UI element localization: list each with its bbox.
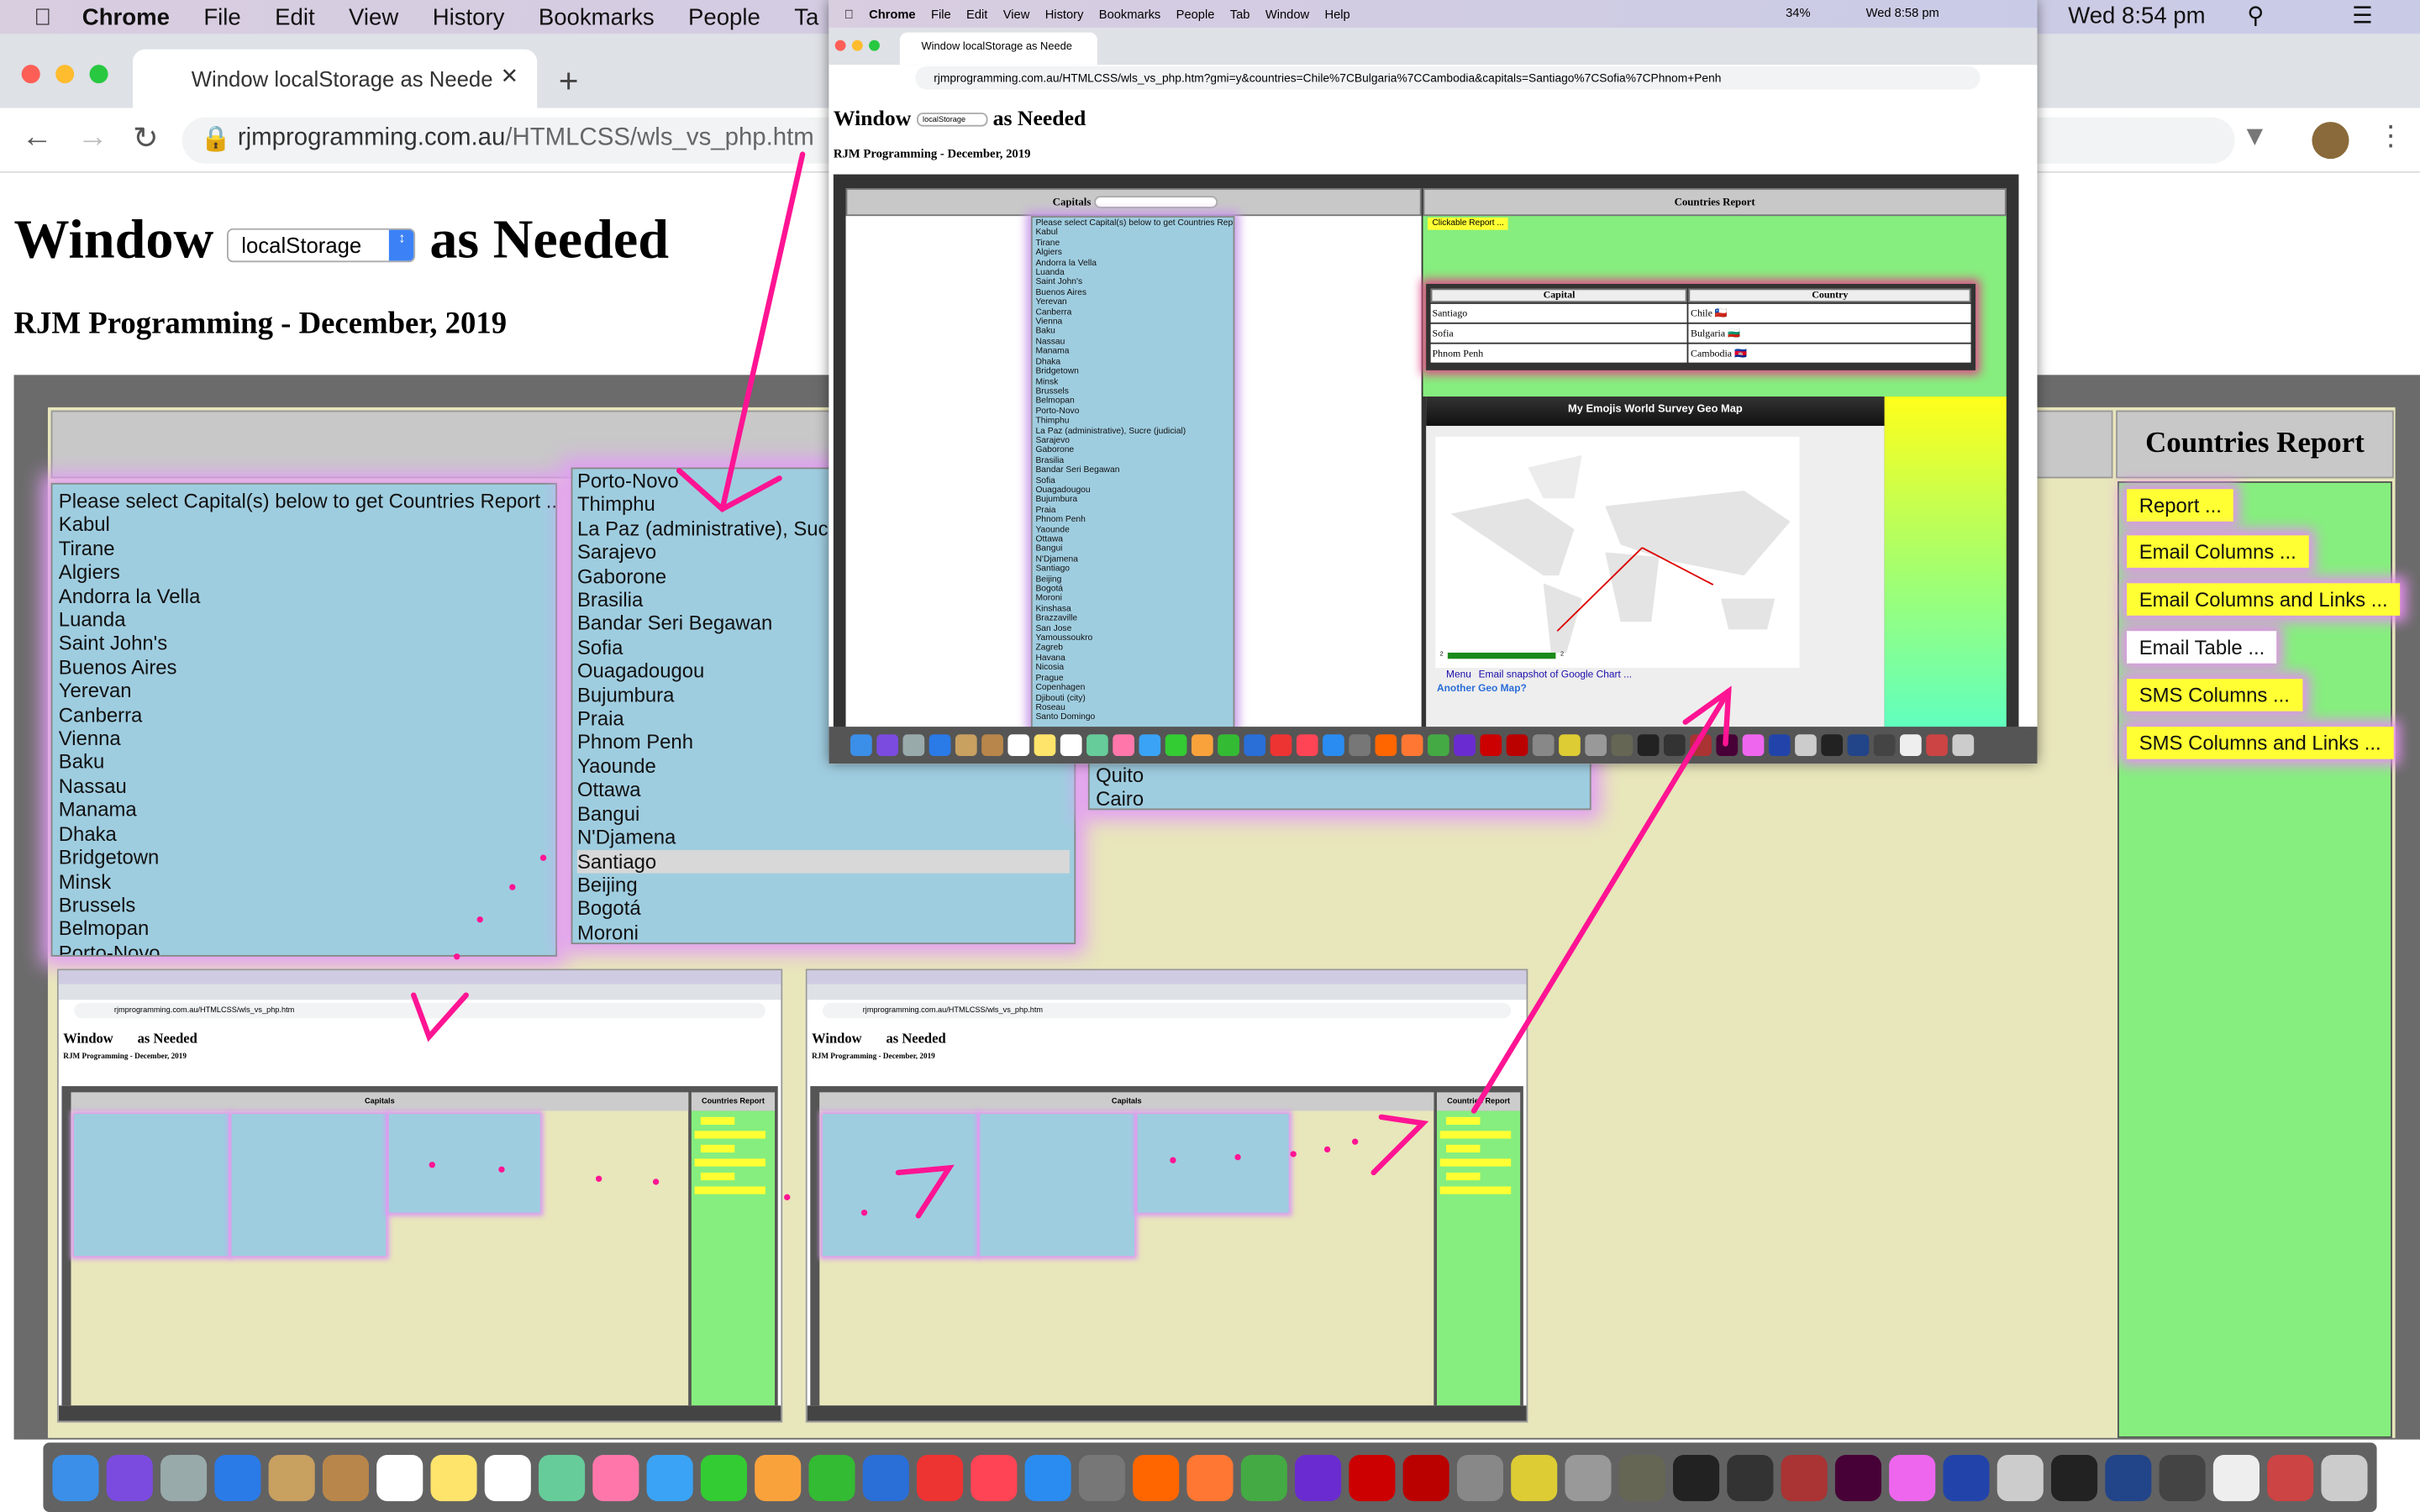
cyberduck-icon[interactable] [1511, 1454, 1558, 1501]
music-icon[interactable] [971, 1454, 1018, 1501]
arrow-head [1682, 685, 1732, 747]
launchpad-icon[interactable] [160, 1454, 208, 1501]
gimp-icon[interactable] [1618, 1454, 1665, 1501]
dock [43, 1442, 2377, 1512]
calendar-icon[interactable] [376, 1454, 424, 1501]
trash-icon[interactable] [2321, 1454, 2368, 1501]
phpstorm-icon[interactable] [1295, 1454, 1342, 1501]
annotation-arrows [411, 151, 1732, 1219]
arrow-line [1470, 688, 1732, 1114]
messages-icon[interactable] [646, 1454, 693, 1501]
notes-icon[interactable] [322, 1454, 369, 1501]
arrow-mark [1370, 1114, 1429, 1176]
photobooth-icon[interactable] [1781, 1454, 1828, 1501]
preview2-icon[interactable] [1996, 1454, 2044, 1501]
maps-icon[interactable] [539, 1454, 586, 1501]
stickies-icon[interactable] [430, 1454, 477, 1501]
finder-icon[interactable] [52, 1454, 99, 1501]
arrow-mark [411, 992, 469, 1042]
facetime-icon[interactable] [700, 1454, 747, 1501]
siri-icon[interactable] [106, 1454, 153, 1501]
notepad-icon[interactable] [2267, 1454, 2314, 1501]
preview-icon[interactable] [268, 1454, 315, 1501]
safari-icon[interactable] [214, 1454, 261, 1501]
app-store-icon[interactable] [1024, 1454, 1071, 1501]
terminal-icon[interactable] [1673, 1454, 1720, 1501]
system-preferences-icon[interactable] [1078, 1454, 1125, 1501]
reminders-icon[interactable] [484, 1454, 531, 1501]
keynote-icon[interactable] [862, 1454, 909, 1501]
textedit-icon[interactable] [2212, 1454, 2260, 1501]
xd-icon[interactable] [1834, 1454, 1881, 1501]
avast-icon[interactable] [1133, 1454, 1180, 1501]
pages-icon[interactable] [755, 1454, 802, 1501]
filezilla-icon[interactable] [1402, 1454, 1449, 1501]
console-icon[interactable] [2051, 1454, 2098, 1501]
dotted-trail [429, 854, 1359, 1216]
libreoffice-icon[interactable] [1943, 1454, 1990, 1501]
inkscape-icon[interactable] [1727, 1454, 1774, 1501]
news-icon[interactable] [917, 1454, 964, 1501]
automator-icon[interactable] [1565, 1454, 1612, 1501]
scanner-icon[interactable] [2159, 1454, 2206, 1501]
photos-icon[interactable] [592, 1454, 639, 1501]
quicktime-icon[interactable] [2105, 1454, 2152, 1501]
arrow-mark [895, 1164, 955, 1219]
firefox-icon[interactable] [1186, 1454, 1234, 1501]
pinwheel-icon[interactable] [1889, 1454, 1936, 1501]
opera-icon[interactable] [1349, 1454, 1396, 1501]
numbers-icon[interactable] [808, 1454, 855, 1501]
arrow-line [719, 151, 806, 512]
evernote-icon[interactable] [1456, 1454, 1503, 1501]
chrome-icon[interactable] [1240, 1454, 1287, 1501]
